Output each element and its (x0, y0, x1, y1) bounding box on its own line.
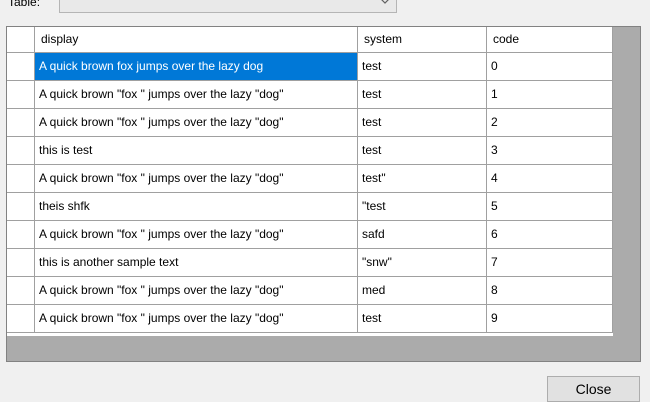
row-header[interactable] (7, 81, 35, 109)
cell-system[interactable]: test" (358, 165, 487, 193)
cell-system[interactable]: test (358, 81, 487, 109)
cell-display[interactable]: this is test (35, 137, 358, 165)
close-button[interactable]: Close (547, 376, 640, 402)
table-row[interactable]: A quick brown "fox " jumps over the lazy… (7, 81, 613, 109)
table-row[interactable]: A quick brown fox jumps over the lazy do… (7, 53, 613, 81)
cell-display[interactable]: A quick brown "fox " jumps over the lazy… (35, 165, 358, 193)
row-header[interactable] (7, 165, 35, 193)
header-corner[interactable] (7, 27, 35, 53)
cell-display[interactable]: theis shfk (35, 193, 358, 221)
table-row[interactable]: A quick brown "fox " jumps over the lazy… (7, 305, 613, 333)
cell-system[interactable]: test (358, 137, 487, 165)
table-row[interactable]: A quick brown "fox " jumps over the lazy… (7, 221, 613, 249)
table-row[interactable]: this is another sample text "snw" 7 (7, 249, 613, 277)
chevron-down-icon (381, 0, 389, 4)
table-row[interactable]: A quick brown "fox " jumps over the lazy… (7, 277, 613, 305)
cell-display[interactable]: A quick brown "fox " jumps over the lazy… (35, 305, 358, 333)
row-header[interactable] (7, 221, 35, 249)
row-header[interactable] (7, 193, 35, 221)
row-header[interactable] (7, 305, 35, 333)
cell-display[interactable]: A quick brown "fox " jumps over the lazy… (35, 221, 358, 249)
row-header[interactable] (7, 137, 35, 165)
table-select[interactable] (59, 0, 397, 13)
cell-code[interactable]: 3 (487, 137, 613, 165)
cell-system[interactable]: safd (358, 221, 487, 249)
header-row: display system code (7, 27, 613, 55)
cell-system[interactable]: "snw" (358, 249, 487, 277)
row-header[interactable] (7, 53, 35, 81)
cell-system[interactable]: test (358, 53, 487, 81)
cell-code[interactable]: 8 (487, 277, 613, 305)
table-row[interactable]: this is test test 3 (7, 137, 613, 165)
cell-code[interactable]: 4 (487, 165, 613, 193)
cell-code[interactable]: 7 (487, 249, 613, 277)
cell-code[interactable]: 6 (487, 221, 613, 249)
data-grid[interactable]: display system code A quick brown fox ju… (6, 26, 641, 362)
cell-system[interactable]: test (358, 109, 487, 137)
cell-system[interactable]: test (358, 305, 487, 333)
cell-display[interactable]: A quick brown "fox " jumps over the lazy… (35, 109, 358, 137)
table-label: Table: (8, 0, 41, 9)
cell-code[interactable]: 5 (487, 193, 613, 221)
cell-system[interactable]: "test (358, 193, 487, 221)
column-header-code[interactable]: code (487, 27, 613, 53)
column-header-display[interactable]: display (35, 27, 358, 53)
cell-display[interactable]: A quick brown "fox " jumps over the lazy… (35, 277, 358, 305)
table-row[interactable]: A quick brown "fox " jumps over the lazy… (7, 109, 613, 137)
table-row[interactable]: A quick brown "fox " jumps over the lazy… (7, 165, 613, 193)
row-header[interactable] (7, 277, 35, 305)
cell-code[interactable]: 0 (487, 53, 613, 81)
cell-code[interactable]: 1 (487, 81, 613, 109)
table-row[interactable]: theis shfk "test 5 (7, 193, 613, 221)
cell-display[interactable]: this is another sample text (35, 249, 358, 277)
cell-system[interactable]: med (358, 277, 487, 305)
column-header-system[interactable]: system (358, 27, 487, 53)
cell-display[interactable]: A quick brown fox jumps over the lazy do… (35, 53, 358, 81)
cell-display[interactable]: A quick brown "fox " jumps over the lazy… (35, 81, 358, 109)
row-header[interactable] (7, 249, 35, 277)
grid-table: display system code A quick brown fox ju… (7, 27, 613, 336)
row-header[interactable] (7, 109, 35, 137)
cell-code[interactable]: 9 (487, 305, 613, 333)
cell-code[interactable]: 2 (487, 109, 613, 137)
